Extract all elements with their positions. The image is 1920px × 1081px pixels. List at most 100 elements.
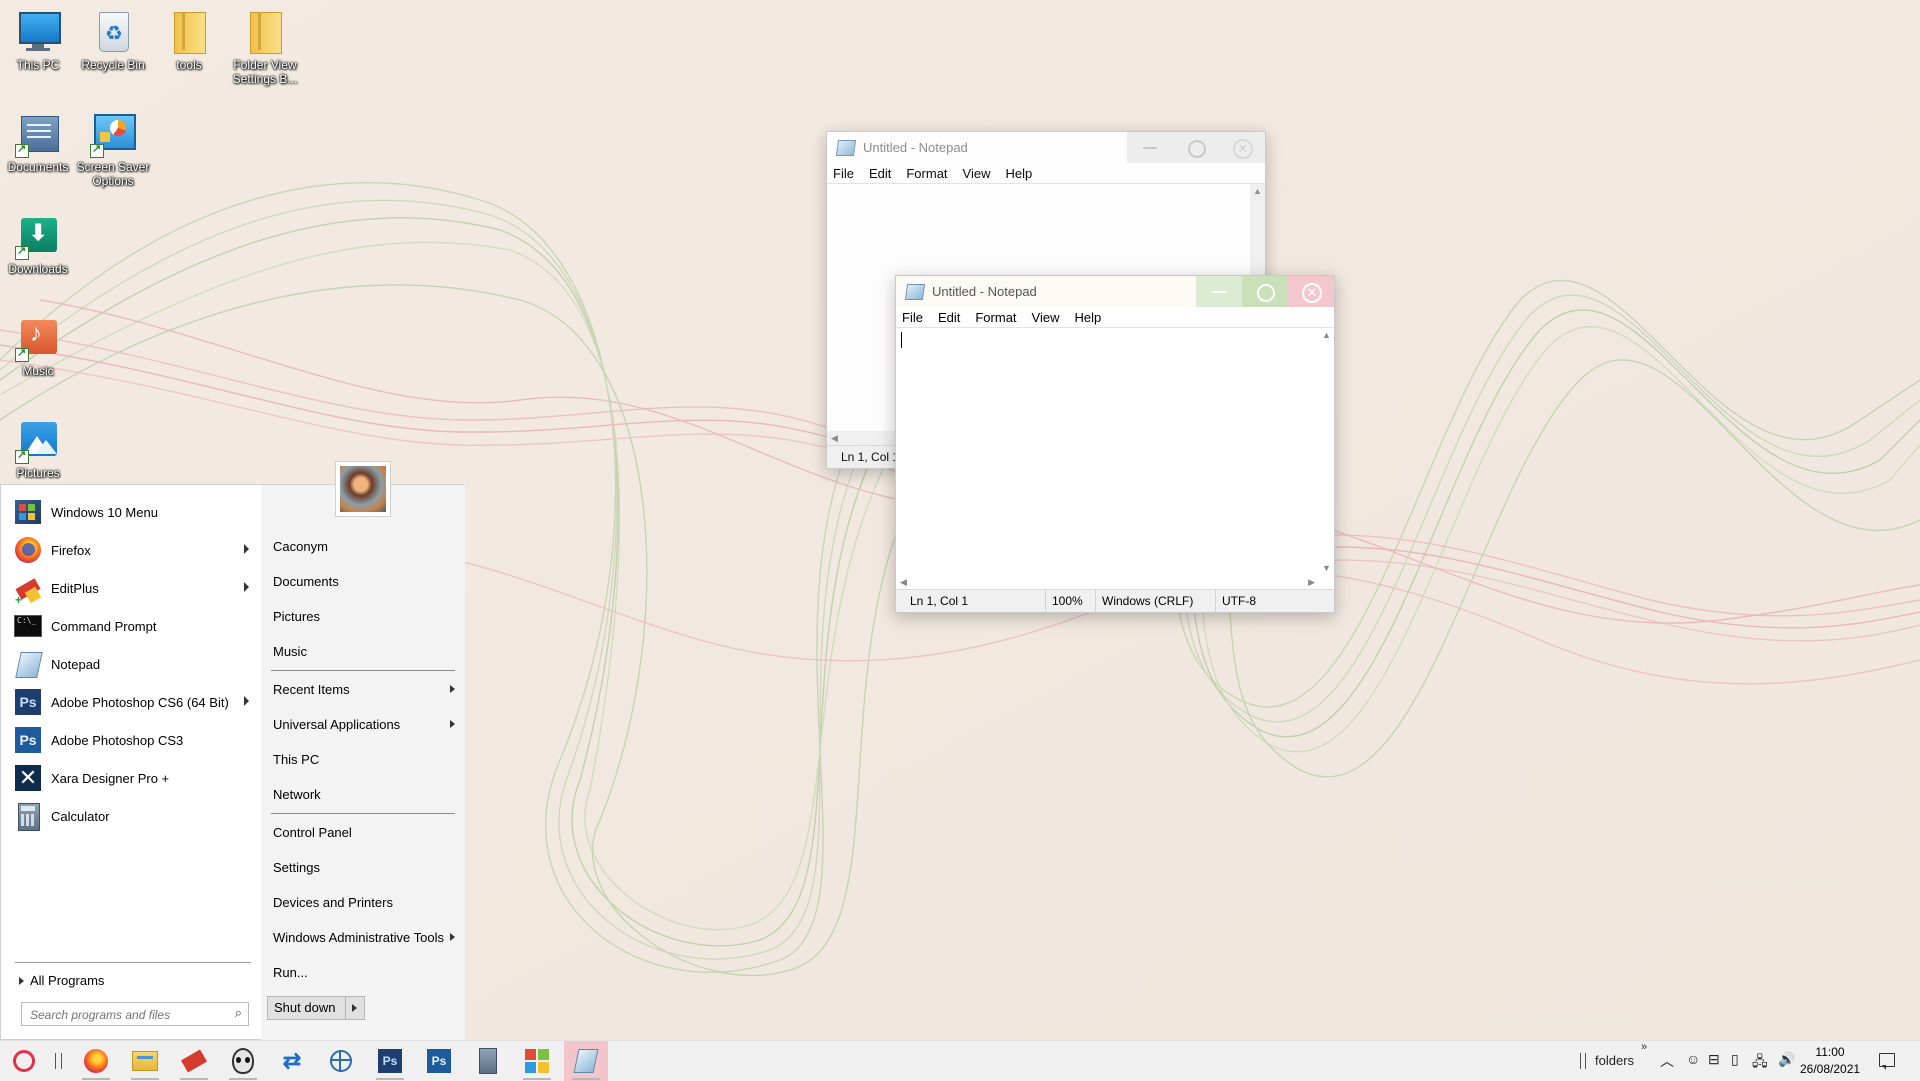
place-documents[interactable]: Documents <box>261 564 465 599</box>
search-box[interactable]: ⌕ <box>21 1002 249 1026</box>
place-universal-applications[interactable]: Universal Applications <box>261 707 465 742</box>
taskbar-calculator[interactable] <box>466 1041 510 1081</box>
place-control-panel[interactable]: Control Panel <box>261 815 465 850</box>
program-calculator[interactable]: Calculator <box>9 797 261 835</box>
menu-help[interactable]: Help <box>1074 310 1101 325</box>
place-pictures[interactable]: Pictures <box>261 599 465 634</box>
menu-edit[interactable]: Edit <box>869 166 891 181</box>
usb-icon[interactable]: ▯ <box>1731 1051 1739 1068</box>
menu-view[interactable]: View <box>1032 310 1060 325</box>
notepad-window-front[interactable]: Untitled - Notepad ✕ File Edit Format Vi… <box>895 275 1335 613</box>
desktop-icon-downloads[interactable]: ⬇ Downloads <box>0 214 79 276</box>
taskbar-grip[interactable] <box>55 1053 62 1069</box>
taskbar-alien[interactable] <box>221 1041 265 1081</box>
start-orb-button[interactable] <box>2 1041 46 1081</box>
toolbar-grip[interactable] <box>1580 1053 1586 1069</box>
horizontal-scrollbar[interactable]: ◀ ▶ <box>896 575 1319 590</box>
user-avatar[interactable] <box>335 461 391 517</box>
photoshop-cs6-icon: Ps <box>378 1049 402 1073</box>
desktop-icon-recycle-bin[interactable]: ♻ Recycle Bin <box>72 10 154 72</box>
folders-toolbar[interactable]: folders <box>1595 1053 1634 1068</box>
place-network[interactable]: Network <box>261 777 465 812</box>
place-label: Network <box>273 787 321 802</box>
desktop-icon-pictures[interactable]: Pictures <box>0 418 79 480</box>
window-title: Untitled - Notepad <box>932 284 1037 299</box>
desktop-icon-documents[interactable]: Documents <box>0 112 79 174</box>
menu-view[interactable]: View <box>963 166 991 181</box>
all-programs-button[interactable]: All Programs <box>19 969 104 993</box>
desktop-icon-label: This PC <box>16 58 60 72</box>
file-explorer-icon <box>132 1051 158 1071</box>
program-firefox[interactable]: Firefox <box>9 531 261 569</box>
desktop-icon-label: Pictures <box>16 466 60 480</box>
close-button[interactable]: ✕ <box>1288 276 1334 307</box>
submenu-arrow-icon <box>450 685 455 693</box>
photoshop-cs3-icon: Ps <box>427 1049 451 1073</box>
close-icon: ✕ <box>1233 139 1253 159</box>
desktop-icon-this-pc[interactable]: This PC <box>0 10 79 72</box>
expand-arrow-icon <box>19 977 24 985</box>
taskbar-notepad[interactable] <box>564 1041 608 1081</box>
alien-tray-icon[interactable]: ☺ <box>1686 1051 1700 1067</box>
program-xara-designer[interactable]: ✕ Xara Designer Pro + <box>9 759 261 797</box>
network-icon[interactable]: 🖧 <box>1752 1051 1768 1075</box>
close-button[interactable]: ✕ <box>1219 132 1265 163</box>
program-photoshop-cs6[interactable]: Ps Adobe Photoshop CS6 (64 Bit) <box>9 683 261 721</box>
place-run[interactable]: Run... <box>261 955 465 990</box>
taskbar-editplus[interactable] <box>172 1041 216 1081</box>
taskbar-network-globe[interactable] <box>319 1041 363 1081</box>
taskbar-firefox[interactable] <box>74 1041 118 1081</box>
place-caconym[interactable]: Caconym <box>261 529 465 564</box>
taskbar-photoshop-cs3[interactable]: Ps <box>417 1041 461 1081</box>
maximize-button[interactable] <box>1242 276 1288 307</box>
program-command-prompt[interactable]: C:\_ Command Prompt <box>9 607 261 645</box>
desktop-icon-folder-view-settings[interactable]: Folder View Settings B... <box>224 10 306 86</box>
program-windows-10-menu[interactable]: Windows 10 Menu <box>9 493 261 531</box>
volume-icon[interactable]: 🔊 <box>1778 1051 1795 1068</box>
desktop-icon-tools[interactable]: tools <box>148 10 230 72</box>
taskbar-windows-menu[interactable] <box>515 1041 559 1081</box>
place-settings[interactable]: Settings <box>261 850 465 885</box>
minimize-icon <box>1212 291 1226 293</box>
text-area[interactable] <box>896 327 1334 575</box>
notification-center-button[interactable] <box>1876 1051 1896 1071</box>
show-hidden-icons-chevron-icon[interactable]: ︿ <box>1660 1051 1674 1071</box>
place-recent-items[interactable]: Recent Items <box>261 672 465 707</box>
toolbar-chevron-icon[interactable]: » <box>1641 1041 1647 1053</box>
place-devices-and-printers[interactable]: Devices and Printers <box>261 885 465 920</box>
maximize-button[interactable] <box>1173 132 1219 163</box>
taskbar-sync[interactable]: ⇄ <box>270 1041 314 1081</box>
program-editplus[interactable]: + EditPlus <box>9 569 261 607</box>
program-photoshop-cs3[interactable]: Ps Adobe Photoshop CS3 <box>9 721 261 759</box>
title-bar[interactable]: Untitled - Notepad ✕ <box>827 132 1265 163</box>
place-windows-administrative-tools[interactable]: Windows Administrative Tools <box>261 920 465 955</box>
desktop-icon-music[interactable]: ♪ Music <box>0 316 79 378</box>
shutdown-button[interactable]: Shut down <box>267 996 347 1020</box>
desktop-icon-screen-saver-options[interactable]: Screen Saver Options <box>72 112 154 188</box>
minimize-button[interactable] <box>1196 276 1242 307</box>
windows-menu-icon <box>525 1049 549 1073</box>
search-input[interactable] <box>28 1004 228 1026</box>
menu-format[interactable]: Format <box>975 310 1016 325</box>
clock[interactable]: 11:00 26/08/2021 <box>1800 1044 1860 1078</box>
menu-file[interactable]: File <box>902 310 923 325</box>
desktop-icon-label: tools <box>176 58 202 72</box>
shutdown-options-button[interactable] <box>346 996 366 1020</box>
network-drive-icon[interactable]: ⊟ <box>1708 1051 1720 1068</box>
place-music[interactable]: Music <box>261 634 465 669</box>
menu-file[interactable]: File <box>833 166 854 181</box>
editplus-icon <box>180 1049 208 1073</box>
menu-edit[interactable]: Edit <box>938 310 960 325</box>
place-this-pc[interactable]: This PC <box>261 742 465 777</box>
taskbar-file-explorer[interactable] <box>123 1041 167 1081</box>
calculator-icon <box>479 1048 497 1074</box>
title-bar[interactable]: Untitled - Notepad ✕ <box>896 276 1334 307</box>
menu-help[interactable]: Help <box>1005 166 1032 181</box>
submenu-arrow-icon <box>450 933 455 941</box>
program-notepad[interactable]: Notepad <box>9 645 261 683</box>
menu-format[interactable]: Format <box>906 166 947 181</box>
taskbar-photoshop-cs6[interactable]: Ps <box>368 1041 412 1081</box>
calculator-icon <box>13 801 43 831</box>
minimize-button[interactable] <box>1127 132 1173 163</box>
vertical-scrollbar[interactable]: ▲ ▼ <box>1319 328 1334 575</box>
